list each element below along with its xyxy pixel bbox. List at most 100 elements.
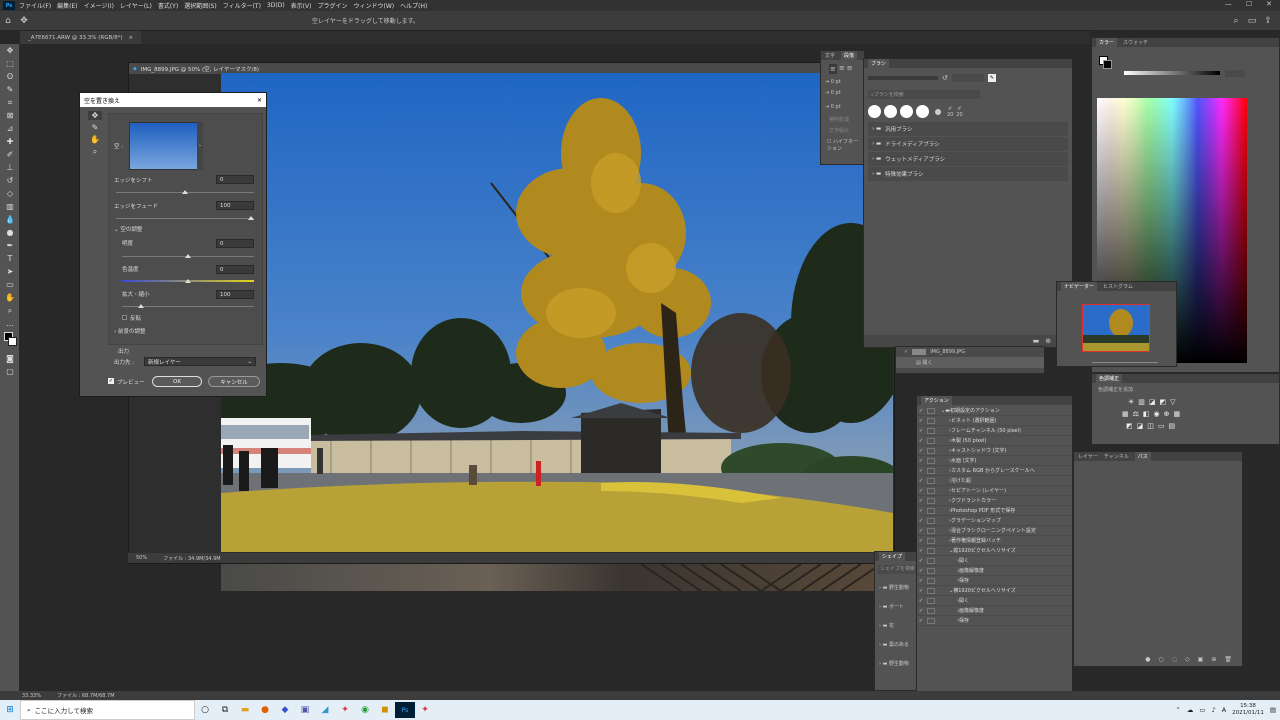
action-set[interactable]: ✓ ⌄ ▬ 初期設定のアクション: [917, 406, 1072, 416]
menu-filter[interactable]: フィルター(T): [223, 1, 261, 10]
action-step[interactable]: ✓ › 画像解像度: [917, 606, 1072, 616]
layer-row[interactable]: ✓ IMG_8899.JPG: [896, 347, 1044, 357]
type-tool-icon[interactable]: T: [0, 252, 20, 265]
tab-actions[interactable]: アクション: [921, 396, 952, 405]
tab-shapes[interactable]: シェイプ: [879, 552, 906, 561]
fg-adjust-header[interactable]: › 前景の調整: [114, 327, 145, 335]
brush-preset[interactable]: [935, 108, 941, 115]
dialog-toggle-box[interactable]: [927, 567, 935, 574]
menu-type[interactable]: 書式(Y): [158, 1, 178, 10]
flip-checkbox[interactable]: [122, 315, 127, 320]
vibrance-icon[interactable]: ▽: [1170, 398, 1175, 406]
levels-icon[interactable]: ▥: [1138, 398, 1145, 406]
brush-preset[interactable]: [916, 105, 929, 118]
brush-folder[interactable]: › ▬ ウェットメディアブラシ: [868, 152, 1068, 166]
pen-tool-icon[interactable]: ✒: [0, 239, 20, 252]
app-icon[interactable]: ✦: [335, 702, 355, 718]
healing-tool-icon[interactable]: ✚: [0, 135, 20, 148]
tray-chevron-icon[interactable]: ⌃: [1175, 706, 1180, 714]
action-enable-check[interactable]: ✓: [917, 488, 925, 494]
brightness-value-field[interactable]: [1225, 70, 1245, 77]
fade-edge-field[interactable]: 100: [216, 201, 254, 210]
dialog-toggle-box[interactable]: [927, 427, 935, 434]
dialog-close-icon[interactable]: ✕: [257, 97, 262, 104]
action-item[interactable]: ✓ › カスタム RGB からグレースケールへ: [917, 466, 1072, 476]
lasso-tool-icon[interactable]: ʘ: [0, 70, 20, 83]
search-icon[interactable]: ⌕: [1228, 14, 1244, 28]
sky-adjust-header[interactable]: ⌄ 空の調整: [114, 225, 142, 233]
shift-edge-knob[interactable]: [182, 190, 188, 194]
firefox-icon[interactable]: ●: [255, 702, 275, 718]
brush-preset[interactable]: [884, 105, 897, 118]
dialog-toggle-box[interactable]: [927, 517, 935, 524]
action-item[interactable]: ✓ › フレームチャンネル (50 pixel): [917, 426, 1072, 436]
brush-folder[interactable]: › ▬ 特殊効果ブラシ: [868, 167, 1068, 181]
cortana-icon[interactable]: ○: [195, 702, 215, 718]
action-item[interactable]: ✓ › 著作権情報登録バッチ: [917, 536, 1072, 546]
sky-preset-thumbnail[interactable]: [129, 122, 201, 170]
action-step[interactable]: ✓ › 保存: [917, 616, 1072, 626]
size-slider[interactable]: [868, 76, 938, 80]
app-icon[interactable]: ◢: [315, 702, 335, 718]
shapes-search[interactable]: シェイプを検索: [877, 565, 921, 574]
dialog-toggle-box[interactable]: [927, 537, 935, 544]
dialog-toggle-box[interactable]: [927, 587, 935, 594]
marquee-tool-icon[interactable]: ⬚: [0, 57, 20, 70]
navigator-thumbnail[interactable]: [1082, 304, 1150, 352]
action-item[interactable]: ✓ › 混合ブラシクローニングペイント設定: [917, 526, 1072, 536]
new-group-icon[interactable]: ▬: [1033, 337, 1040, 345]
home-icon[interactable]: ⌂: [0, 14, 16, 28]
selective-color-icon[interactable]: ▤: [1169, 422, 1176, 430]
action-enable-check[interactable]: ✓: [917, 428, 925, 434]
action-item[interactable]: ✓ › ビネット (選択範囲): [917, 416, 1072, 426]
menu-select[interactable]: 選択範囲(S): [184, 1, 217, 10]
action-enable-check[interactable]: ✓: [917, 588, 925, 594]
action-enable-check[interactable]: ✓: [917, 558, 925, 564]
tab-raw-document[interactable]: _A7E6671.ARW @ 33.3% (RGB/8*) ×: [20, 31, 142, 44]
dialog-toggle-box[interactable]: [927, 487, 935, 494]
quick-select-tool-icon[interactable]: ✎: [0, 83, 20, 96]
action-enable-check[interactable]: ✓: [917, 608, 925, 614]
brightness-knob[interactable]: [185, 254, 191, 258]
chrome-icon[interactable]: ◉: [355, 702, 375, 718]
action-enable-check[interactable]: ✓: [917, 448, 925, 454]
brush-tool-icon[interactable]: ✐: [0, 148, 20, 161]
zoom-level[interactable]: 33.33%: [22, 693, 41, 699]
action-enable-check[interactable]: ✓: [917, 518, 925, 524]
app-icon[interactable]: ◆: [275, 702, 295, 718]
preview-checkbox[interactable]: ✓: [108, 378, 114, 384]
action-item[interactable]: ✓ › キャストシャドウ (文字): [917, 446, 1072, 456]
cancel-button[interactable]: キャンセル: [208, 376, 260, 387]
action-item[interactable]: ✓ › グラデーションマップ: [917, 516, 1072, 526]
network-icon[interactable]: ▭: [1199, 706, 1205, 714]
gradient-map-icon[interactable]: ▭: [1158, 422, 1165, 430]
crop-tool-icon[interactable]: ⌗: [0, 96, 20, 109]
action-enable-check[interactable]: ✓: [917, 468, 925, 474]
cloud-icon[interactable]: ☁: [1187, 706, 1194, 714]
action-item[interactable]: ✓ › 水面 (文字): [917, 456, 1072, 466]
tab-character[interactable]: 文字: [825, 52, 835, 59]
action-enable-check[interactable]: ✓: [917, 528, 925, 534]
windows-start-icon[interactable]: ⊞: [0, 702, 20, 718]
menu-edit[interactable]: 編集(E): [57, 1, 77, 10]
dialog-toggle-box[interactable]: [927, 557, 935, 564]
dialog-toggle-box[interactable]: [927, 417, 935, 424]
dialog-toggle-box[interactable]: [927, 457, 935, 464]
menu-3d[interactable]: 3D(D): [267, 2, 285, 9]
taskbar-search[interactable]: ⌕ ここに入力して検索: [20, 700, 195, 720]
tab-swatches[interactable]: スウォッチ: [1123, 39, 1148, 46]
temperature-field[interactable]: 0: [216, 265, 254, 274]
tab-channels[interactable]: チャンネル: [1104, 453, 1129, 460]
scale-knob[interactable]: [138, 304, 144, 308]
posterize-icon[interactable]: ◪: [1137, 422, 1144, 430]
align-left-icon[interactable]: ≡: [829, 64, 837, 74]
dodge-tool-icon[interactable]: ●: [0, 226, 20, 239]
hand-tool-icon[interactable]: ✋: [0, 291, 20, 304]
dialog-toggle-box[interactable]: [927, 467, 935, 474]
dialog-titlebar[interactable]: 空を置き換え ✕: [80, 93, 266, 107]
action-step[interactable]: ✓ › 保存: [917, 576, 1072, 586]
canvas-image[interactable]: [221, 73, 893, 552]
minimize-button[interactable]: —: [1225, 0, 1232, 8]
menu-help[interactable]: ヘルプ(H): [400, 1, 427, 10]
action-enable-check[interactable]: ✓: [917, 598, 925, 604]
